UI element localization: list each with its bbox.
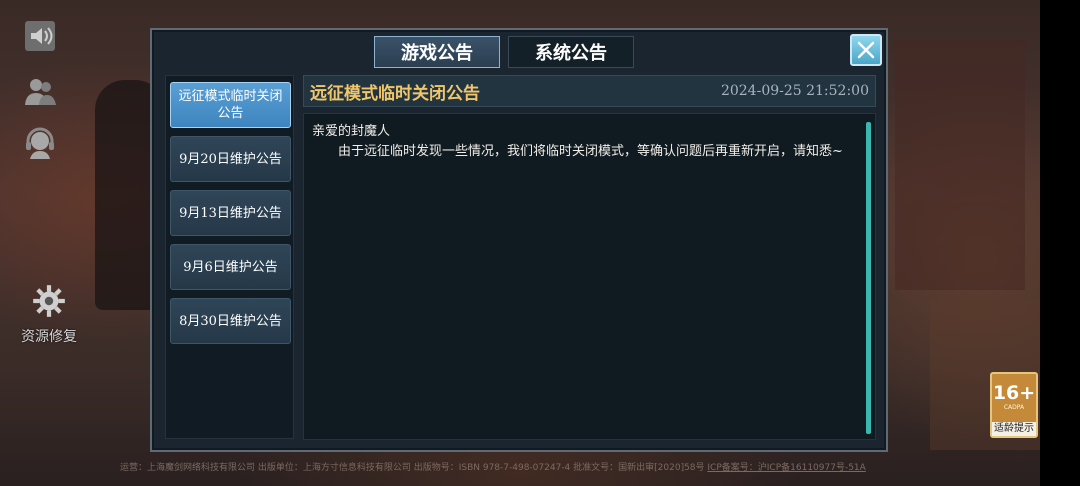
announcement-tabs: 游戏公告 系统公告 (374, 36, 634, 68)
list-item-aug30-maintenance[interactable]: 8月30日维护公告 (170, 298, 291, 344)
friends-icon[interactable] (20, 72, 60, 112)
announcement-list: 远征模式临时关闭公告 9月20日维护公告 9月13日维护公告 9月6日维护公告 … (165, 75, 294, 439)
legal-footer: 运营：上海魔剑网络科技有限公司 出版单位：上海方寸信息科技有限公司 出版物号：I… (120, 460, 1040, 473)
announcement-greeting: 亲爱的封魔人 (312, 124, 391, 139)
icp-link[interactable]: ICP备案号：沪ICP备16110977号-51A (707, 463, 865, 473)
announcement-body: 由于远征临时发现一些情况，我们将临时关闭模式，等确认问题后再重新开启，请知悉~ (338, 144, 843, 159)
sound-icon[interactable] (20, 16, 60, 56)
publisher-info: 运营：上海魔剑网络科技有限公司 出版单位：上海方寸信息科技有限公司 出版物号：I… (120, 463, 705, 473)
age-rating-value: 16+ (992, 382, 1036, 404)
announcement-panel: 游戏公告 系统公告 远征模式临时关闭公告 9月20日维护公告 9月13日维护公告… (150, 28, 888, 452)
list-item-sep13-maintenance[interactable]: 9月13日维护公告 (170, 190, 291, 236)
background-structure (895, 40, 1025, 290)
tab-system-announcement[interactable]: 系统公告 (508, 36, 634, 68)
announcement-content[interactable]: 亲爱的封魔人 由于远征临时发现一些情况，我们将临时关闭模式，等确认问题后再重新开… (303, 113, 876, 440)
resource-repair-button[interactable]: 资源修复 (18, 282, 80, 346)
announcement-header: 远征模式临时关闭公告 2024-09-25 21:52:00 (303, 75, 876, 107)
list-item-sep6-maintenance[interactable]: 9月6日维护公告 (170, 244, 291, 290)
tab-game-announcement[interactable]: 游戏公告 (374, 36, 500, 68)
screen-edge-bar (1040, 0, 1080, 486)
age-rating-tip: 适龄提示 (992, 422, 1036, 436)
announcement-title: 远征模式临时关闭公告 (310, 83, 480, 104)
age-rating-badge[interactable]: 16+ CADPA 适龄提示 (990, 372, 1038, 438)
resource-repair-label: 资源修复 (21, 329, 77, 345)
announcement-datetime: 2024-09-25 21:52:00 (720, 83, 869, 99)
close-icon (857, 41, 875, 59)
content-scrollbar[interactable] (866, 122, 871, 434)
gear-icon (33, 285, 65, 317)
list-item-sep20-maintenance[interactable]: 9月20日维护公告 (170, 136, 291, 182)
customer-service-icon[interactable] (20, 124, 60, 164)
list-item-expedition-closure[interactable]: 远征模式临时关闭公告 (170, 82, 291, 128)
close-button[interactable] (850, 34, 882, 66)
age-rating-org: CADPA (1003, 404, 1025, 411)
